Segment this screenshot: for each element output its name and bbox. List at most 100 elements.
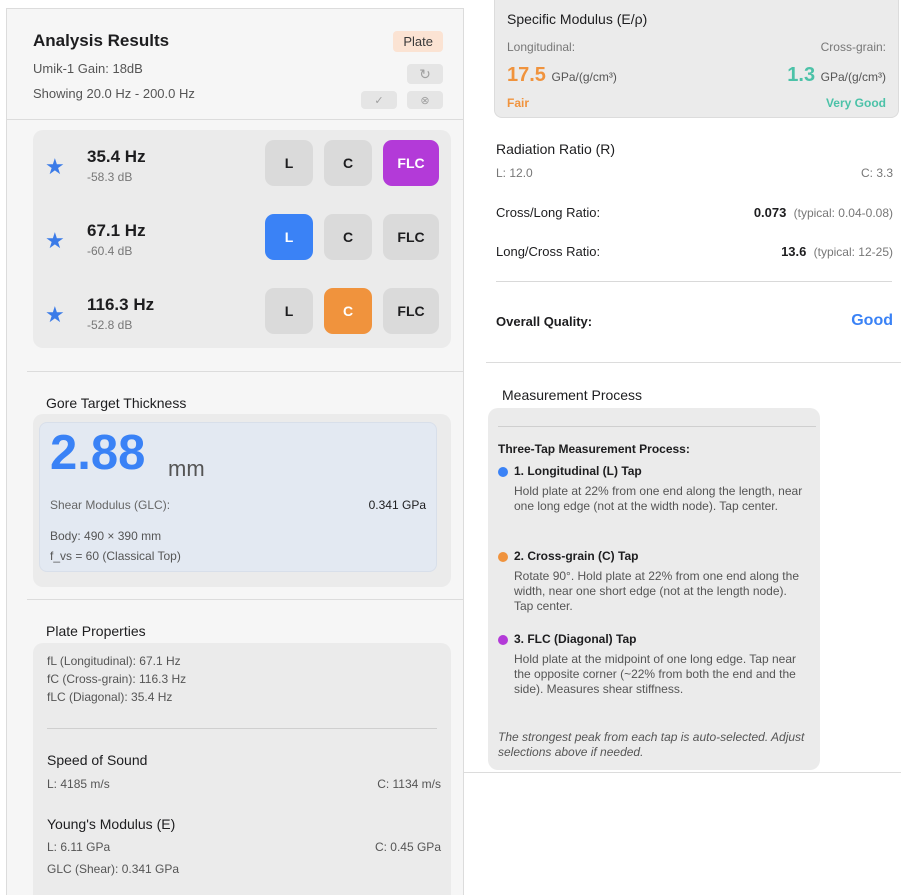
assign-l-button[interactable]: L [265, 214, 313, 260]
divider [47, 728, 437, 729]
long-cross-number: 13.6 [781, 244, 807, 259]
process-note: The strongest peak from each tap is auto… [498, 730, 805, 759]
assign-c-button[interactable]: C [324, 140, 372, 186]
shear-modulus-value: 0.341 GPa [368, 498, 426, 512]
analysis-results-panel: Analysis Results Plate Umik-1 Gain: 18dB… [6, 8, 464, 895]
peak-row[interactable]: ★ 67.1 Hz -60.4 dB L C FLC [33, 214, 451, 274]
long-value-number: 17.5 [507, 64, 546, 86]
gore-thickness-panel: 2.88 mm Shear Modulus (GLC): 0.341 GPa B… [39, 422, 437, 572]
thickness-unit: mm [168, 456, 205, 481]
peak-level: -58.3 dB [87, 170, 133, 184]
cross-long-label: Cross/Long Ratio: [496, 205, 601, 220]
ym-longitudinal: L: 6.11 GPa [47, 840, 111, 854]
peak-frequency: 35.4 Hz [87, 147, 146, 166]
divider [27, 599, 463, 600]
refresh-icon: ↻ [419, 65, 431, 82]
star-icon[interactable]: ★ [45, 154, 65, 180]
cross-specific-value: 1.3 GPa/(g/cm³) [787, 64, 886, 87]
ym-shear: GLC (Shear): 0.341 GPa [47, 862, 180, 876]
youngs-modulus-title: Young's Modulus (E) [47, 816, 176, 832]
cross-long-typical: (typical: 0.04-0.08) [793, 206, 893, 220]
specific-modulus-title: Specific Modulus (E/ρ) [507, 11, 648, 27]
divider [464, 772, 901, 773]
star-icon[interactable]: ★ [45, 302, 65, 328]
step-body: Rotate 90°. Hold plate at 22% from one e… [514, 569, 799, 613]
body-dimensions: Body: 490 × 390 mm [50, 529, 162, 543]
longitudinal-quality: Fair [507, 96, 530, 110]
step-body: Hold plate at the midpoint of one long e… [514, 652, 796, 696]
gore-section-header: Gore Target Thickness [46, 395, 187, 411]
peak-frequency: 116.3 Hz [87, 295, 155, 314]
target-thickness-value: 2.88 [50, 426, 146, 480]
cross-long-number: 0.073 [753, 205, 787, 220]
sos-cross: C: 1134 m/s [377, 777, 441, 791]
peak-row[interactable]: ★ 116.3 Hz -52.8 dB L C FLC [33, 288, 451, 348]
refresh-button[interactable]: ↻ [407, 64, 443, 84]
star-icon[interactable]: ★ [45, 228, 65, 254]
gore-card: 2.88 mm Shear Modulus (GLC): 0.341 GPa B… [33, 414, 451, 587]
long-cross-value: 13.6 (typical: 12-25) [781, 244, 893, 259]
x-circle-icon: ⊗ [420, 94, 430, 107]
overall-quality-label: Overall Quality: [496, 314, 593, 329]
flc-value: fLC (Diagonal): 35.4 Hz [47, 690, 173, 704]
divider [498, 426, 816, 427]
step-title: 3. FLC (Diagonal) Tap [514, 632, 637, 646]
ym-cross: C: 0.45 GPa [374, 840, 441, 854]
cross-grain-label: Cross-grain: [820, 40, 886, 54]
divider [27, 371, 463, 372]
longitudinal-label: Longitudinal: [507, 40, 576, 54]
longitudinal-specific-value: 17.5 GPa/(g/cm³) [507, 64, 617, 87]
plate-properties-header: Plate Properties [46, 623, 146, 639]
sos-longitudinal: L: 4185 m/s [47, 777, 110, 791]
cross-value-number: 1.3 [787, 64, 816, 86]
cross-long-value: 0.073 (typical: 0.04-0.08) [754, 205, 893, 220]
analysis-header: Analysis Results Plate Umik-1 Gain: 18dB… [7, 9, 463, 119]
orange-dot-icon [498, 552, 508, 562]
step-title: 1. Longitudinal (L) Tap [514, 464, 642, 478]
assign-flc-button[interactable]: FLC [383, 288, 439, 334]
device-gain-line: Umik-1 Gain: 18dB [33, 61, 143, 76]
assign-l-button[interactable]: L [265, 140, 313, 186]
radiation-ratio-title: Radiation Ratio (R) [496, 141, 616, 157]
accept-button[interactable]: ✓ [361, 91, 397, 109]
assign-l-button[interactable]: L [265, 288, 313, 334]
fc-value: fC (Cross-grain): 116.3 Hz [47, 672, 187, 686]
shear-modulus-label: Shear Modulus (GLC): [50, 498, 171, 512]
peak-level: -60.4 dB [87, 244, 133, 258]
peak-frequency: 67.1 Hz [87, 221, 146, 240]
fvs-value: f_vs = 60 (Classical Top) [50, 549, 181, 563]
long-cross-label: Long/Cross Ratio: [496, 244, 601, 259]
clear-button[interactable]: ⊗ [407, 91, 443, 109]
radiation-l: L: 12.0 [496, 166, 533, 180]
blue-dot-icon [498, 467, 508, 477]
purple-dot-icon [498, 635, 508, 645]
peaks-list: ★ 35.4 Hz -58.3 dB L C FLC ★ 67.1 Hz -60… [33, 130, 451, 348]
cross-unit: GPa/(g/cm³) [820, 70, 886, 84]
assign-flc-button[interactable]: FLC [383, 214, 439, 260]
peak-level: -52.8 dB [87, 318, 133, 332]
step-body: Hold plate at 22% from one end along the… [514, 484, 803, 513]
cross-quality: Very Good [825, 96, 886, 110]
radiation-c: C: 3.3 [860, 166, 893, 180]
divider [486, 362, 901, 363]
assign-c-button[interactable]: C [324, 214, 372, 260]
measurement-process-card: Three-Tap Measurement Process: 1. Longit… [488, 408, 820, 770]
speed-of-sound-title: Speed of Sound [47, 752, 148, 768]
long-cross-typical: (typical: 12-25) [813, 245, 893, 259]
assign-c-button[interactable]: C [324, 288, 372, 334]
process-title: Three-Tap Measurement Process: [498, 442, 690, 456]
step-title: 2. Cross-grain (C) Tap [514, 549, 639, 563]
overall-quality-value: Good [851, 312, 893, 329]
properties-panel: Specific Modulus (E/ρ) Longitudinal: Cro… [464, 0, 901, 895]
specific-modulus-card: Specific Modulus (E/ρ) Longitudinal: Cro… [494, 0, 899, 118]
fl-value: fL (Longitudinal): 67.1 Hz [47, 654, 181, 668]
divider [496, 281, 892, 282]
long-unit: GPa/(g/cm³) [551, 70, 617, 84]
measurement-process-header: Measurement Process [502, 387, 643, 403]
peak-row[interactable]: ★ 35.4 Hz -58.3 dB L C FLC [33, 140, 451, 200]
plate-badge: Plate [393, 31, 443, 52]
check-circle-icon: ✓ [374, 94, 384, 107]
panel-title: Analysis Results [33, 31, 170, 50]
assign-flc-button[interactable]: FLC [383, 140, 439, 186]
plate-properties-card: fL (Longitudinal): 67.1 Hz fC (Cross-gra… [33, 643, 451, 895]
